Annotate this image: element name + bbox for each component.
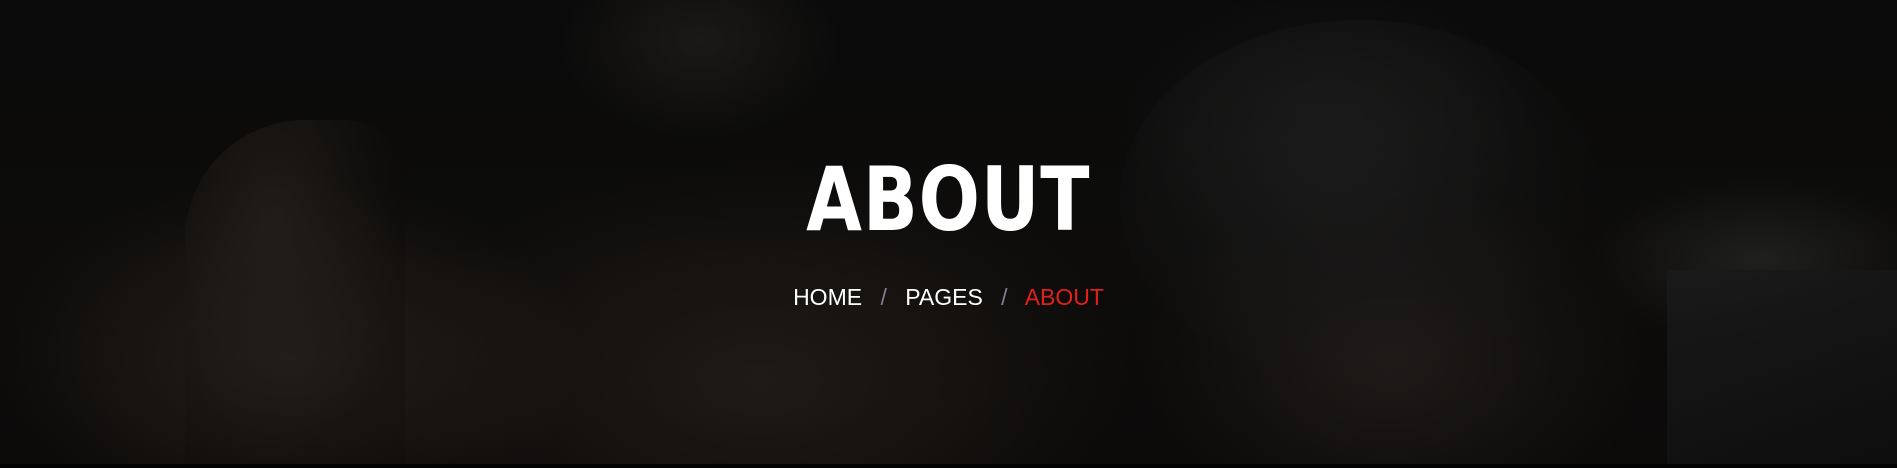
hero-content: ABOUT HOME / PAGES / ABOUT bbox=[0, 150, 1897, 312]
breadcrumb-pages-link[interactable]: PAGES bbox=[905, 284, 983, 310]
breadcrumb: HOME / PAGES / ABOUT bbox=[0, 282, 1897, 312]
breadcrumb-home-link[interactable]: HOME bbox=[793, 284, 862, 310]
breadcrumb-current-page: ABOUT bbox=[1024, 284, 1104, 310]
breadcrumb-separator: / bbox=[1001, 284, 1008, 310]
breadcrumb-separator: / bbox=[880, 284, 887, 310]
hero-bottom-edge bbox=[0, 464, 1897, 468]
page-title: ABOUT bbox=[806, 148, 1091, 251]
page-hero: ABOUT HOME / PAGES / ABOUT bbox=[0, 0, 1897, 468]
